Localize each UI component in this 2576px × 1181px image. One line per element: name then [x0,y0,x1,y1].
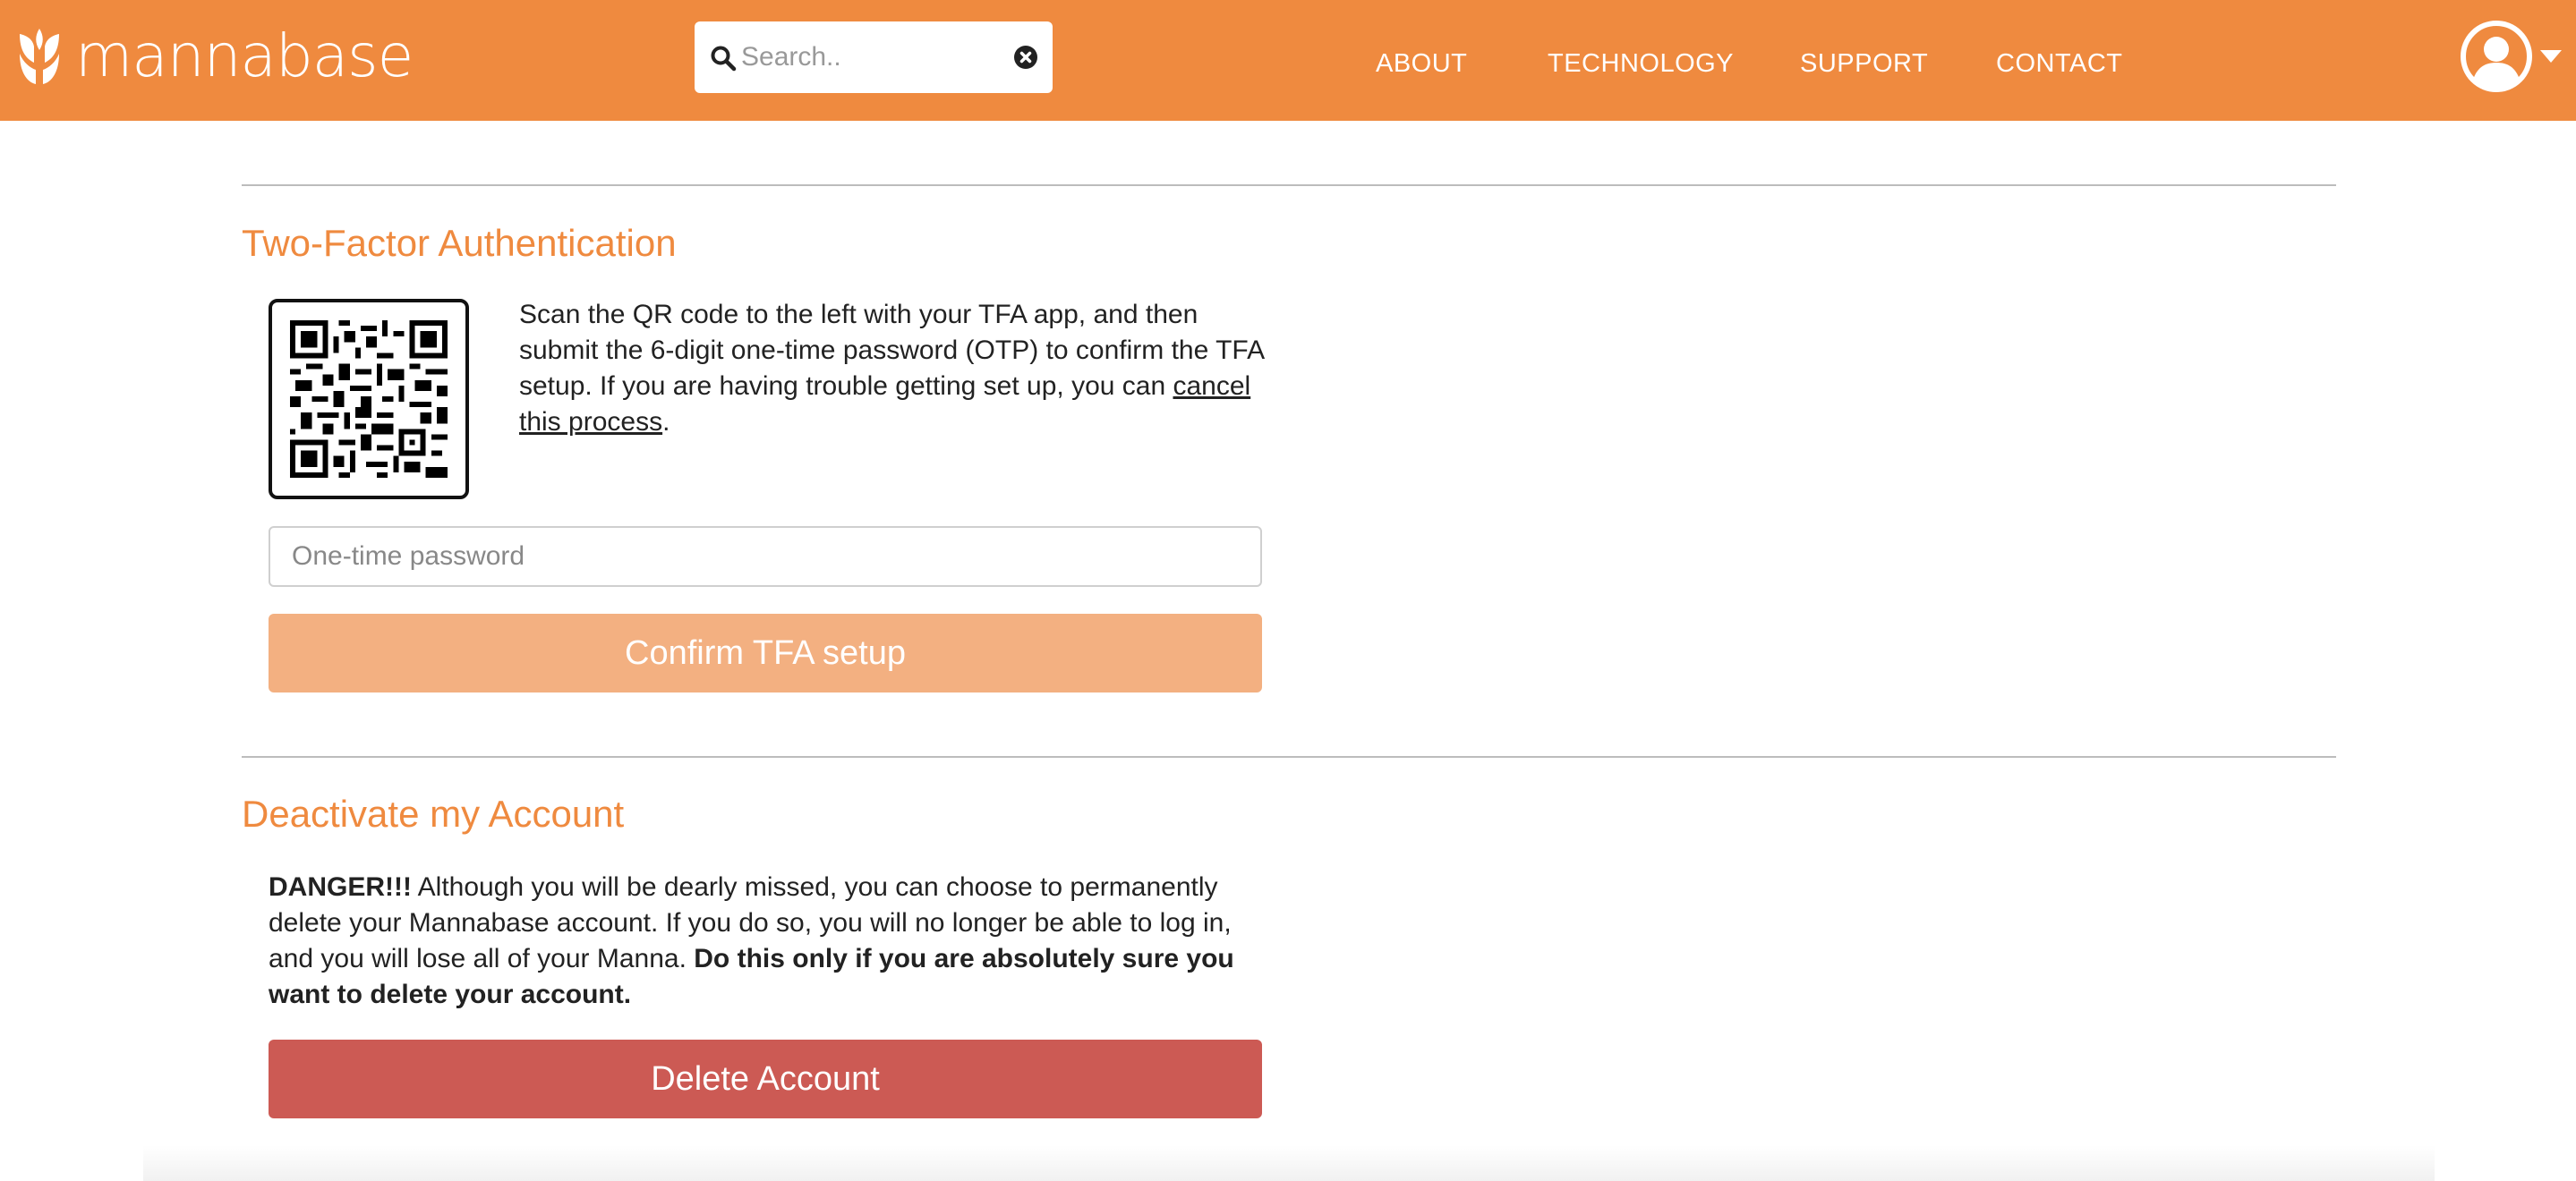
tfa-period: . [662,407,670,437]
nav-technology[interactable]: TECHNOLOGY [1548,49,1734,83]
tfa-description: Scan the QR code to the left with your T… [519,300,1264,401]
search-input[interactable] [741,39,1010,75]
clear-icon[interactable] [1014,46,1037,69]
divider [242,756,2336,758]
caret-down-icon[interactable] [2540,50,2562,63]
tfa-title: Two-Factor Authentication [242,222,677,264]
danger-label: DANGER!!! [269,872,412,902]
nav-contact-label: CONTACT [1996,49,2123,78]
nav-technology-label: TECHNOLOGY [1548,49,1735,78]
qr-code-icon [290,320,448,478]
brand-name: mannabase [75,21,414,90]
nav-support[interactable]: SUPPORT [1800,49,1928,83]
search-box [695,21,1053,93]
search-icon [711,46,737,72]
qr-code [269,299,469,499]
nav-about[interactable]: ABOUT [1376,49,1467,83]
confirm-tfa-button[interactable]: Confirm TFA setup [269,614,1262,692]
otp-input[interactable] [269,526,1262,587]
deactivate-title: Deactivate my Account [242,793,625,835]
nav-support-label: SUPPORT [1800,49,1929,78]
nav-about-label: ABOUT [1376,49,1468,78]
top-navbar: mannabase ABOUT TECHNOLOGY SUPPORT CONTA… [0,0,2576,121]
divider [242,184,2336,186]
mannabase-leaf-logo-icon [20,29,59,84]
user-avatar-icon[interactable] [2460,20,2533,93]
nav-contact[interactable]: CONTACT [1996,49,2123,83]
delete-account-button[interactable]: Delete Account [269,1040,1262,1118]
deactivate-warning: DANGER!!! Although you will be dearly mi… [269,870,1271,1013]
brand-logo[interactable]: mannabase [16,21,414,90]
footer-edge [143,1145,2435,1181]
tfa-instructions: Scan the QR code to the left with your T… [519,297,1271,440]
